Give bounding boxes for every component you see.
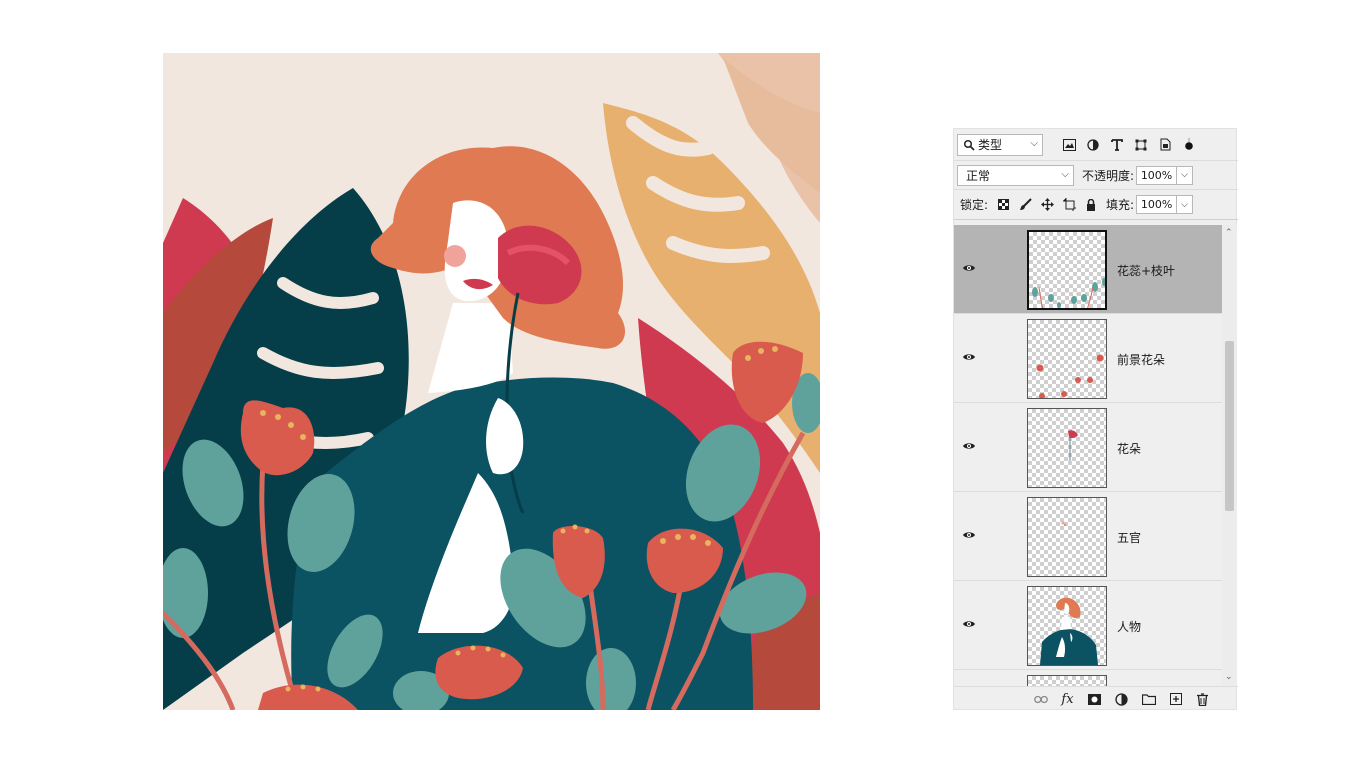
layer-filter-select[interactable]: 类型 ⌵ — [957, 133, 1043, 156]
image-filter-icon[interactable] — [1057, 134, 1081, 156]
adjustment-layer-icon[interactable] — [1108, 688, 1135, 710]
lock-transparent-icon[interactable] — [992, 194, 1014, 216]
layer-name[interactable]: 五官 — [1117, 529, 1141, 546]
opacity-input[interactable]: 100% — [1136, 165, 1178, 185]
lock-artboard-icon[interactable] — [1058, 194, 1080, 216]
layer-thumbnail — [1027, 675, 1107, 686]
eye-icon[interactable] — [962, 617, 976, 631]
fill-dropdown-button[interactable]: ⌵ — [1177, 195, 1194, 214]
chevron-down-icon: ⌵ — [1181, 170, 1188, 180]
layer-thumbnail — [1027, 408, 1107, 488]
layer-row-character[interactable]: 人物 — [954, 581, 1222, 670]
layer-row-facial-features[interactable]: 五官 — [954, 492, 1222, 581]
layers-bottom-bar: fx — [954, 686, 1238, 711]
blend-mode-select[interactable]: 正常 ⌵ — [957, 164, 1074, 186]
opacity-label: 不透明度: — [1082, 168, 1135, 183]
group-folder-icon[interactable] — [1135, 688, 1162, 710]
illustration — [163, 53, 820, 710]
search-icon — [963, 139, 975, 151]
layers-scrollbar[interactable]: ⌃ ⌄ — [1222, 225, 1237, 686]
mask-icon[interactable] — [1081, 688, 1108, 710]
lock-row: 锁定: 填充: 100% ⌵ — [954, 190, 1238, 220]
new-layer-icon[interactable] — [1162, 688, 1189, 710]
link-layers-icon[interactable] — [1027, 688, 1054, 710]
layer-thumbnail — [1027, 230, 1107, 310]
fx-icon[interactable]: fx — [1054, 688, 1081, 710]
layer-row-flower[interactable]: 花朵 — [954, 403, 1222, 492]
scrollbar-thumb[interactable] — [1225, 341, 1234, 511]
layer-name[interactable]: 花蕊+枝叶 — [1117, 262, 1175, 279]
filter-label: 类型 — [978, 138, 1003, 152]
chevron-up-icon[interactable]: ⌃ — [1225, 228, 1233, 238]
lock-brush-icon[interactable] — [1014, 194, 1036, 216]
blend-mode-value: 正常 — [966, 168, 991, 183]
eye-icon[interactable] — [962, 261, 976, 275]
cheek — [444, 245, 466, 267]
layer-name[interactable]: 前景花朵 — [1117, 351, 1165, 368]
blend-row: 正常 ⌵ 不透明度: 100% ⌵ — [954, 161, 1238, 190]
smart-object-filter-icon[interactable] — [1153, 134, 1177, 156]
layer-row-foreground-flowers[interactable]: 前景花朵 — [954, 314, 1222, 403]
lock-label: 锁定: — [960, 198, 989, 212]
layer-row-partial[interactable] — [954, 670, 1222, 686]
layer-name[interactable]: 花朵 — [1117, 440, 1141, 457]
eye-icon[interactable] — [962, 439, 976, 453]
eye-icon[interactable] — [962, 350, 976, 364]
shape-filter-icon[interactable] — [1129, 134, 1153, 156]
document-canvas[interactable] — [163, 53, 820, 710]
chevron-down-icon[interactable]: ⌄ — [1225, 672, 1233, 682]
chevron-down-icon: ⌵ — [1181, 199, 1188, 210]
layer-list: 花蕊+枝叶 前景花朵 花朵 五官 人物 — [954, 225, 1222, 686]
lock-move-icon[interactable] — [1036, 194, 1058, 216]
fill-label: 填充: — [1106, 198, 1135, 212]
fill-input[interactable]: 100% — [1136, 195, 1178, 214]
layer-thumbnail — [1027, 319, 1107, 399]
opacity-dropdown-button[interactable]: ⌵ — [1177, 165, 1194, 185]
layer-name[interactable]: 人物 — [1117, 618, 1141, 635]
layer-row-stamen-branch[interactable]: 花蕊+枝叶 — [954, 225, 1222, 314]
layer-thumbnail — [1027, 586, 1107, 666]
eye-icon[interactable] — [962, 528, 976, 542]
chevron-down-icon: ⌵ — [1030, 137, 1038, 149]
chevron-down-icon: ⌵ — [1061, 168, 1069, 180]
lock-all-icon[interactable] — [1080, 194, 1102, 216]
adjustment-filter-icon[interactable] — [1081, 134, 1105, 156]
trash-icon[interactable] — [1189, 688, 1216, 710]
layer-thumbnail — [1027, 497, 1107, 577]
filter-row: 类型 ⌵ — [954, 129, 1238, 161]
filter-toggle-icon[interactable] — [1177, 134, 1201, 156]
type-filter-icon[interactable] — [1105, 134, 1129, 156]
layers-panel: 类型 ⌵ 正常 ⌵ 不透明度: 100% ⌵ 锁定: 填充: 100% ⌵ 花蕊… — [953, 128, 1238, 711]
